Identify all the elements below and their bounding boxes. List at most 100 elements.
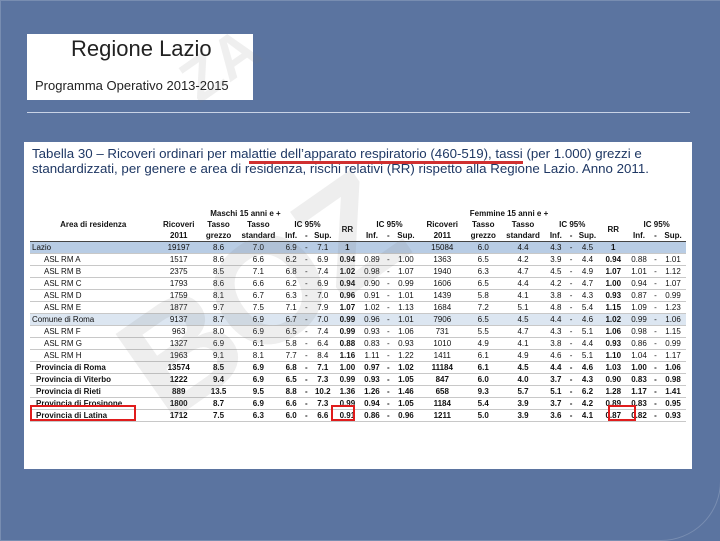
table-cell: 4.4 (575, 253, 600, 266)
table-cell: 6.9 (236, 325, 281, 338)
table-cell: 7.4 (311, 265, 335, 278)
table-cell: 9137 (156, 313, 201, 326)
table-cell: - (301, 241, 312, 254)
table-cell: 6.9 (236, 313, 281, 326)
table-cell: 0.99 (334, 373, 361, 386)
table-cell: 4.3 (575, 289, 600, 302)
table-cell: 5.1 (545, 385, 567, 398)
table-cell: - (301, 385, 312, 398)
table-cell: 1211 (418, 409, 466, 422)
table-cell: 1222 (156, 373, 201, 386)
table-cell: 0.99 (334, 325, 361, 338)
table-cell: 1.09 (627, 301, 651, 314)
table-cell: 6.7 (236, 289, 281, 302)
table-body: Lazio 19197 8.6 7.0 6.9-7.1 1 15084 6.0 4.4 4.3-4… (30, 241, 686, 422)
header-title: Regione Lazio (71, 36, 212, 61)
area-name-cell: Provincia di Viterbo (30, 373, 157, 386)
table-cell: 0.98 (627, 325, 651, 338)
table-cell: 6.5 (280, 373, 302, 386)
table-cell: 1793 (156, 277, 201, 290)
table-cell: 1.15 (660, 325, 686, 338)
subheader-cell: Sup. (575, 230, 600, 242)
subheader-cell: 2011 (156, 230, 201, 242)
table-cell: - (383, 277, 394, 290)
table-cell: - (301, 253, 312, 266)
table-cell: 6.9 (236, 373, 281, 386)
table-cell: 4.7 (575, 277, 600, 290)
table-cell: - (383, 349, 394, 362)
table-cell: 6.3 (280, 289, 302, 302)
table-cell: - (566, 313, 576, 326)
table-cell: 0.83 (360, 337, 384, 350)
table-cell: 0.96 (334, 289, 361, 302)
table-cell: 19197 (156, 241, 201, 254)
table-cell: 6.0 (280, 409, 302, 422)
table-cell: - (301, 361, 312, 374)
table-row: ASL RM C 1793 8.6 6.6 6.2-6.9 0.94 0.90-0.99 16… (30, 277, 686, 290)
table-cell: 4.5 (545, 265, 567, 278)
table-cell: 0.94 (599, 253, 628, 266)
table-cell: 0.87 (627, 289, 651, 302)
table-cell: 7.9 (311, 301, 335, 314)
table-cell: 6.2 (280, 277, 302, 290)
col-rr-m: RR (334, 219, 361, 242)
col-ic-rr-f: IC 95% (643, 219, 670, 229)
table-cell: 1.02 (393, 361, 419, 374)
col-rr-f: RR (599, 219, 628, 242)
table-cell: 6.0 (465, 373, 501, 386)
table-row: Provincia di Rieti 889 13.5 9.5 8.8-10.2 1.36… (30, 385, 686, 398)
table-cell: 0.94 (360, 397, 384, 410)
subheader-cell: grezzo (465, 230, 501, 242)
table-cell: 4.6 (575, 313, 600, 326)
table-cell: 5.1 (500, 301, 546, 314)
table-cell: 1.05 (393, 397, 419, 410)
table-cell: - (301, 313, 312, 326)
table-cell: 4.3 (545, 241, 567, 254)
subheader-cell: - (650, 230, 661, 242)
table-cell: - (650, 385, 661, 398)
col-tasso-m: Tasso (207, 219, 230, 229)
table-cell: 0.89 (360, 253, 384, 266)
table-cell: - (383, 373, 394, 386)
table-cell: 1877 (156, 301, 201, 314)
table-cell: 1.06 (660, 313, 686, 326)
table-cell: 1.28 (599, 385, 628, 398)
table-cell: 6.1 (465, 349, 501, 362)
area-name-cell: ASL RM G (30, 337, 157, 350)
table-cell: - (566, 385, 576, 398)
table-cell: - (650, 361, 661, 374)
subheader-cell: standard (500, 230, 546, 242)
table-cell: - (301, 337, 312, 350)
table-cell: 3.7 (545, 397, 567, 410)
table-cell: 1411 (418, 349, 466, 362)
table-cell: 4.4 (575, 337, 600, 350)
table-cell: 6.5 (465, 277, 501, 290)
table-cell: 8.6 (200, 253, 237, 266)
table-cell: - (650, 349, 661, 362)
table-cell: 4.9 (575, 265, 600, 278)
table-cell: 6.6 (236, 277, 281, 290)
table-cell: - (650, 313, 661, 326)
group-females: Femmine 15 anni e + (469, 208, 549, 218)
table-cell: - (383, 253, 394, 266)
table-cell: 6.2 (575, 385, 600, 398)
table-cell: 0.93 (599, 337, 628, 350)
table-cell: 6.5 (280, 325, 302, 338)
table-cell: 0.88 (334, 337, 361, 350)
table-cell: 4.7 (500, 325, 546, 338)
table-cell: 4.2 (545, 277, 567, 290)
table-cell: 7.5 (236, 301, 281, 314)
table-cell: 1.36 (334, 385, 361, 398)
table-cell: 7.7 (280, 349, 302, 362)
table-cell: - (566, 277, 576, 290)
table-row: ASL RM G 1327 6.9 6.1 5.8-6.4 0.88 0.83-0.93 10… (30, 337, 686, 350)
table-cell: 4.1 (500, 337, 546, 350)
table-cell: - (566, 349, 576, 362)
col-ic-rr-m: IC 95% (376, 219, 403, 229)
group-males: Maschi 15 anni e + (210, 208, 281, 218)
table-cell: 1.41 (660, 385, 686, 398)
table-cell: 4.9 (465, 337, 501, 350)
table-cell: 5.4 (575, 301, 600, 314)
table-cell: 0.90 (360, 277, 384, 290)
table-cell: 0.86 (627, 337, 651, 350)
